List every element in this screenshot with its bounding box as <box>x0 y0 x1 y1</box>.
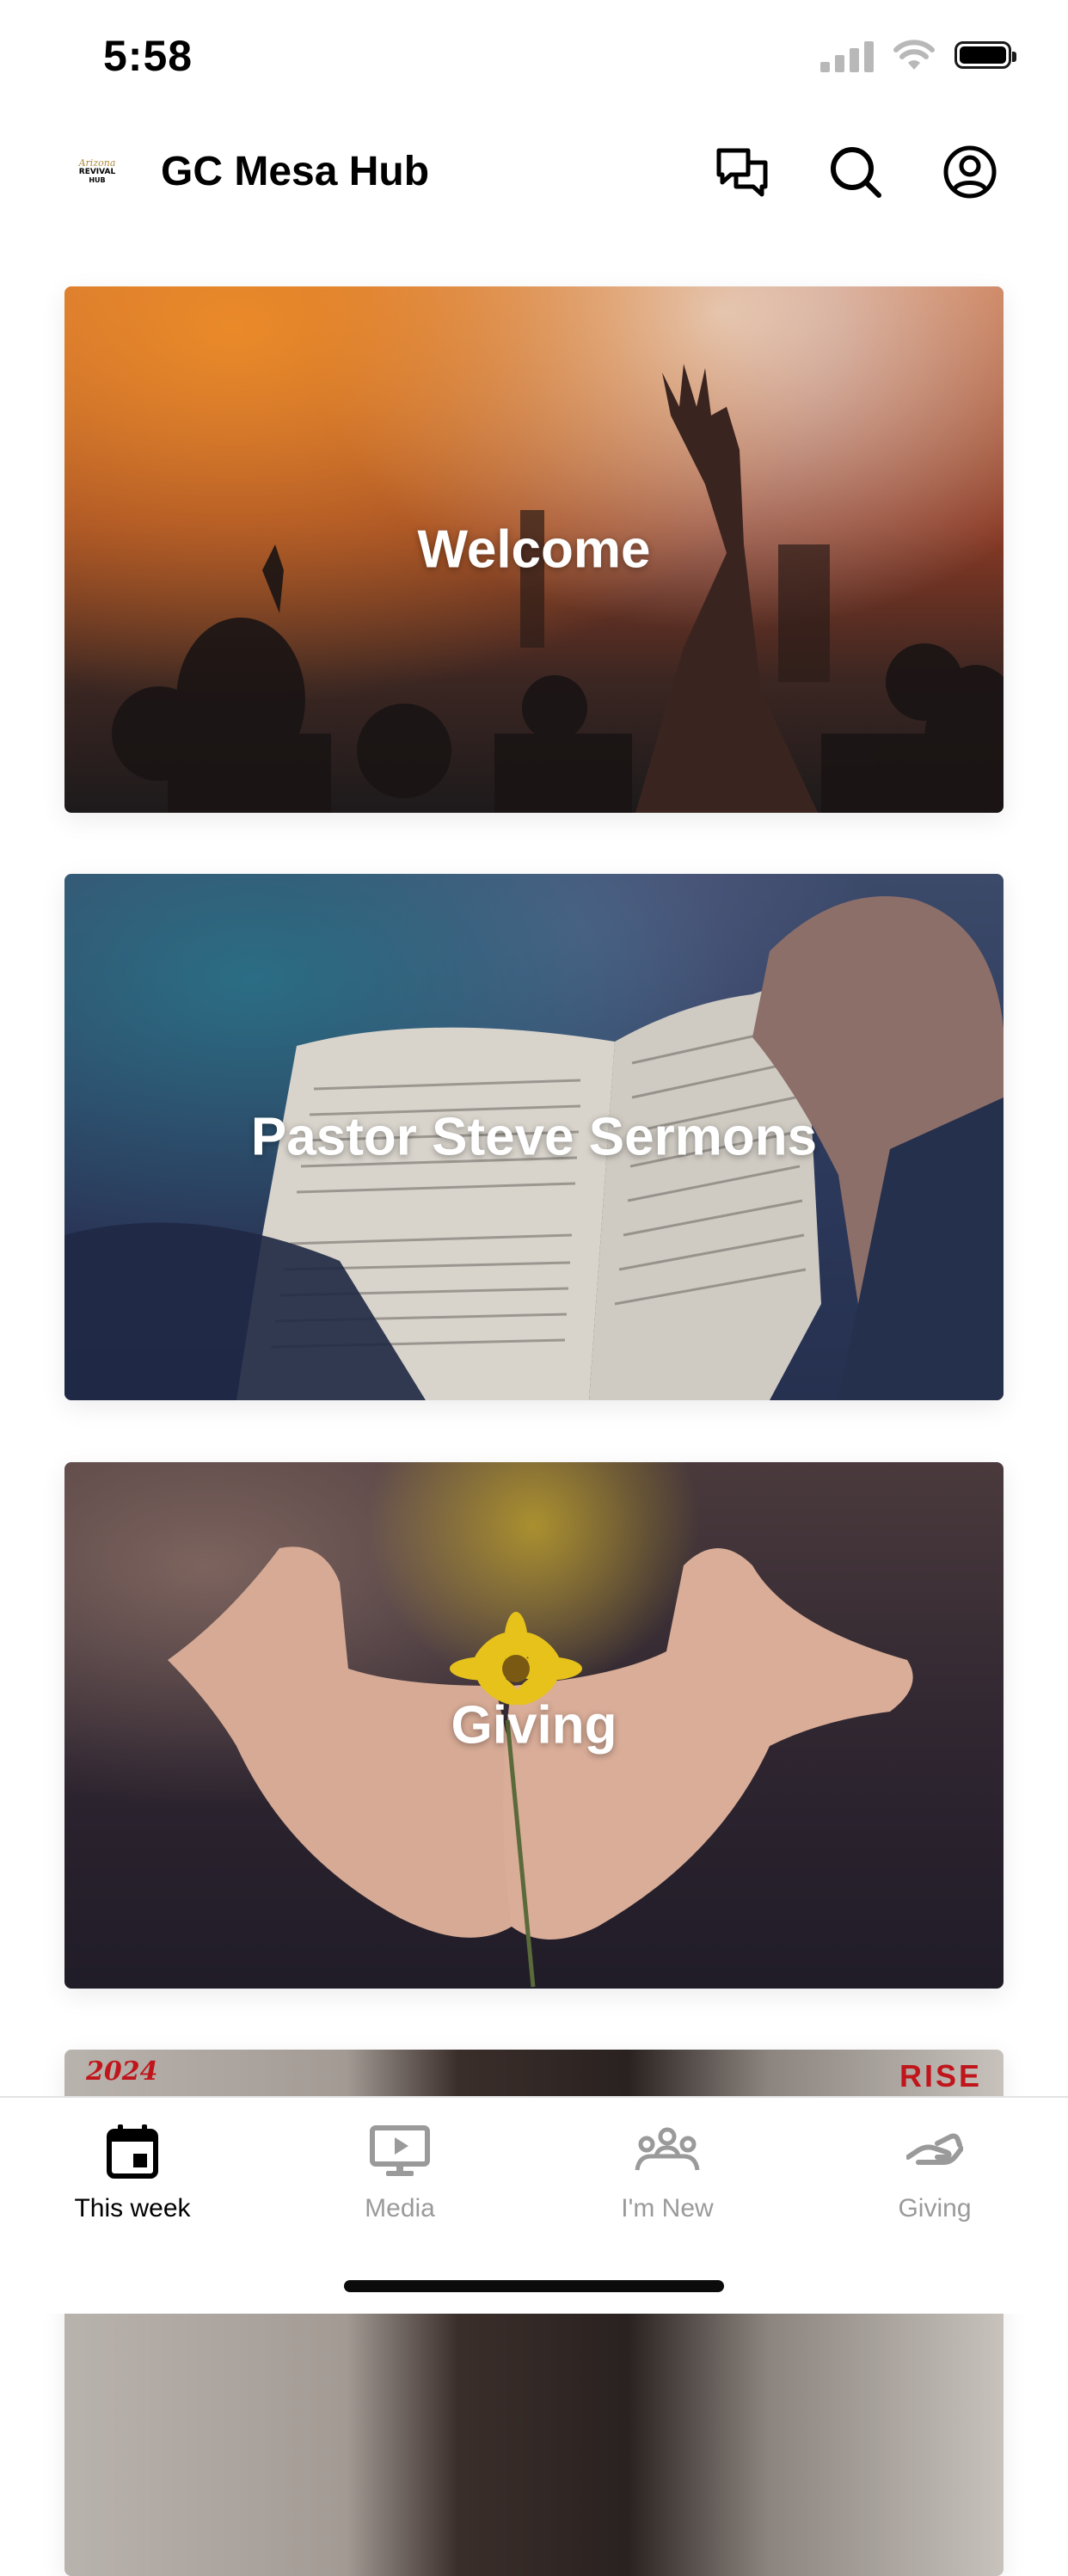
cellular-signal-icon <box>820 38 874 72</box>
search-button[interactable] <box>825 141 887 203</box>
chat-icon <box>716 148 768 197</box>
home-indicator[interactable] <box>344 2280 724 2292</box>
card-welcome[interactable]: Welcome <box>64 286 1004 813</box>
status-time: 5:58 <box>103 32 193 80</box>
chat-button[interactable] <box>711 141 773 203</box>
tab-giving[interactable]: Giving <box>849 2098 1021 2253</box>
tab-label: Media <box>365 2194 435 2222</box>
app-title: GC Mesa Hub <box>161 149 430 194</box>
card-giving[interactable]: Giving <box>64 1462 1004 1989</box>
card-corner-year: 2024 <box>86 2056 158 2087</box>
tab-media[interactable]: Media <box>314 2098 486 2253</box>
status-bar: 5:58 <box>0 0 1068 116</box>
tab-im-new[interactable]: I'm New <box>581 2098 753 2253</box>
profile-button[interactable] <box>939 141 1001 203</box>
card-title: Welcome <box>417 520 651 580</box>
card-corner-label: RISE <box>899 2058 982 2093</box>
card-pastor-steve-sermons[interactable]: Pastor Steve Sermons <box>64 874 1004 1400</box>
app-logo: Arizona REVIVAL HUB <box>78 157 116 184</box>
group-icon <box>635 2127 700 2171</box>
card-title: Pastor Steve Sermons <box>250 1107 818 1167</box>
wifi-icon <box>893 40 935 70</box>
tab-label: Giving <box>898 2194 972 2222</box>
giving-hand-icon <box>906 2133 963 2165</box>
status-icons <box>820 38 1016 72</box>
tab-label: I'm New <box>621 2194 714 2222</box>
battery-icon <box>954 41 1016 69</box>
tab-label: This week <box>74 2194 191 2222</box>
profile-icon <box>943 145 997 199</box>
calendar-icon <box>107 2124 158 2179</box>
search-icon <box>831 147 881 198</box>
card-title: Giving <box>451 1695 617 1755</box>
app-header: Arizona REVIVAL HUB GC Mesa Hub <box>0 129 1068 215</box>
play-screen-icon <box>370 2125 430 2176</box>
tab-this-week[interactable]: This week <box>46 2098 218 2253</box>
